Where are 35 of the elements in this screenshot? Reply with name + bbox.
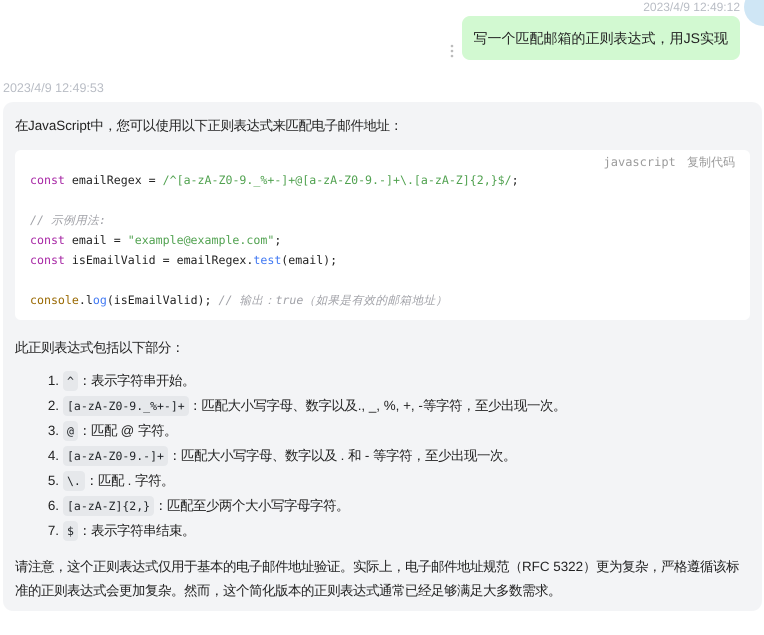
timestamp: 2023/4/9 12:49:12 [643, 0, 740, 14]
inline-code: ^ [63, 370, 78, 390]
more-icon[interactable] [450, 44, 454, 58]
timestamp: 2023/4/9 12:49:53 [2, 80, 105, 96]
list-text: ：匹配大小写字母、数字以及., _, %, +, -等字符，至少出现一次。 [188, 397, 566, 415]
list-number: 4. [46, 447, 59, 465]
inline-code: [a-zA-Z0-9._%+-]+ [63, 396, 189, 416]
inline-code: $ [63, 520, 78, 540]
list-number: 7. [46, 522, 59, 540]
list-number: 6. [46, 497, 59, 515]
list-text: ：匹配至少两个大小写字母字符。 [154, 497, 350, 515]
list-intro: 此正则表达式包括以下部分： [15, 339, 185, 357]
copy-code-link[interactable]: 复制代码 [687, 155, 735, 169]
user-message-bubble: 写一个匹配邮箱的正则表达式，用JS实现 [462, 16, 740, 60]
list-text: ：表示字符串结束。 [78, 522, 195, 540]
list-text: ：匹配大小写字母、数字以及 . 和 - 等字符，至少出现一次。 [168, 447, 516, 465]
code-line: console.log(isEmailValid); // 输出：true（如果是有效的邮箱地址） [30, 292, 448, 309]
inline-code: [a-zA-Z0-9.-]+ [63, 446, 168, 466]
code-line: const email = "example@example.com"; [30, 232, 282, 249]
list-number: 1. [46, 372, 59, 390]
list-text: ：表示字符串开始。 [78, 372, 195, 390]
inline-code: [a-zA-Z]{2,} [63, 496, 154, 516]
list-text: ：匹配 @ 字符。 [78, 422, 177, 440]
inline-code: \. [63, 470, 85, 490]
list-text: ：匹配 . 字符。 [84, 472, 174, 490]
intro-text: 在JavaScript中，您可以使用以下正则表达式来匹配电子邮件地址： [15, 117, 404, 135]
list-number: 2. [46, 397, 59, 415]
list-number: 3. [46, 422, 59, 440]
note-text: 请注意，这个正则表达式仅用于基本的电子邮件地址验证。实际上，电子邮件地址规范（RFC 5322）更为复杂，严格遵循该标准的正则表达式会更加复杂。然而，这个简化版本的正则表达式通常已经足够满足大多数需求。 [15, 558, 740, 600]
list-number: 5. [46, 472, 59, 490]
code-line: const isEmailValid = emailRegex.test(email); [30, 252, 338, 269]
code-line: // 示例用法: [30, 212, 107, 229]
language-label: javascript [604, 155, 676, 169]
inline-code: @ [63, 420, 78, 440]
code-line: const emailRegex = /^[a-zA-Z0-9._%+-]+@[a-zA-Z0-9.-]+\.[a-zA-Z]{2,}$/; [30, 172, 520, 189]
